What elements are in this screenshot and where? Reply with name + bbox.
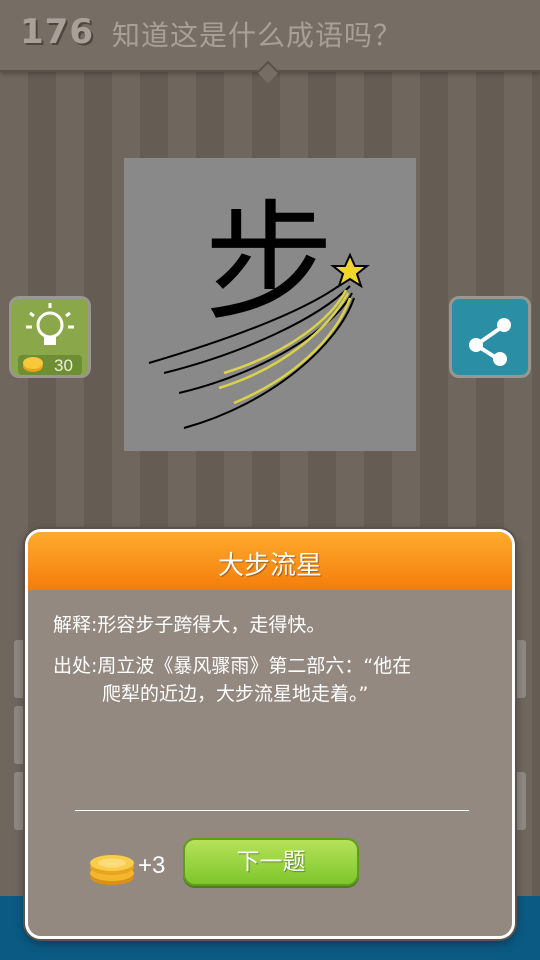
share-button[interactable] — [449, 296, 531, 378]
divider — [75, 810, 469, 811]
hidden-tab — [514, 772, 526, 830]
coins-icon — [90, 855, 134, 885]
hint-cost: 30 — [54, 356, 73, 375]
coin-icon — [23, 357, 43, 372]
puzzle-character: 步 — [204, 187, 334, 339]
star-icon — [330, 252, 370, 289]
question-text: 知道这是什么成语吗？ — [112, 19, 403, 52]
source-text: 出处:周立波《暴风骤雨》第二部六：“他在 爬犁的近边，大步流星地走着。” — [53, 652, 493, 708]
hint-button[interactable]: 30 — [9, 296, 91, 378]
result-dialog: 大步流星 解释:形容步子跨得大，走得快。 出处:周立波《暴风骤雨》第二部六：“他… — [25, 529, 515, 939]
source-line-2: 爬犁的近边，大步流星地走着。” — [102, 683, 369, 705]
hidden-tab — [514, 640, 526, 698]
source-line-1: 出处:周立波《暴风骤雨》第二部六：“他在 — [53, 655, 412, 677]
reward-amount: +3 — [138, 852, 166, 879]
puzzle-image: 步 — [124, 158, 416, 451]
explanation-text: 解释:形容步子跨得大，走得快。 — [53, 614, 326, 636]
next-question-button[interactable]: 下一题 — [183, 838, 359, 886]
idiom-title: 大步流星 — [217, 551, 322, 581]
top-bar: 176 知道这是什么成语吗？ — [0, 0, 540, 84]
level-number: 176 — [20, 12, 94, 52]
lightbulb-icon — [26, 303, 74, 345]
share-icon — [469, 318, 511, 366]
